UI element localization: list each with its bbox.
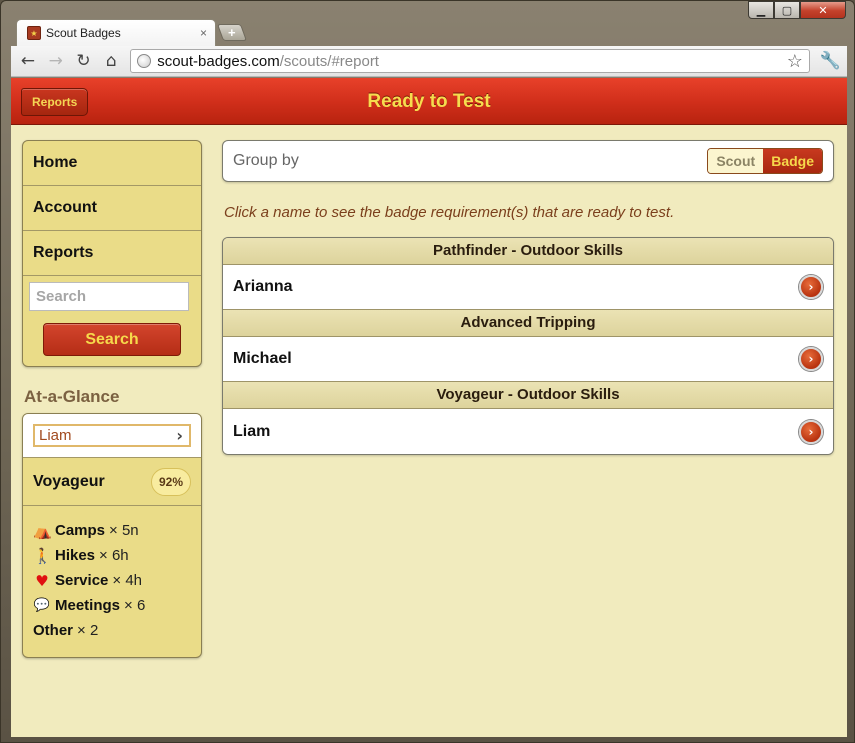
- glance-card: Liam › Voyageur 92% ⛺ Camps × 5n 🚶 Hikes…: [22, 413, 202, 658]
- window-controls: ▁ ▢ ✕: [748, 1, 846, 20]
- scout-select-value: Liam: [39, 427, 72, 444]
- heart-icon: ♥: [35, 571, 49, 590]
- stats-list: ⛺ Camps × 5n 🚶 Hikes × 6h ♥ Service × 4h…: [23, 506, 201, 657]
- scout-name: Michael: [233, 350, 292, 367]
- search-input[interactable]: [29, 282, 189, 311]
- maximize-button[interactable]: ▢: [774, 1, 800, 19]
- hiker-icon: 🚶: [33, 546, 52, 565]
- sidebar-item-reports[interactable]: Reports: [23, 231, 201, 276]
- list-item[interactable]: Michael ›: [223, 337, 833, 382]
- search-box: Search: [23, 276, 201, 366]
- back-arrow-icon[interactable]: ←: [17, 50, 39, 72]
- minimize-button[interactable]: ▁: [748, 1, 774, 19]
- tent-icon: ⛺: [33, 521, 52, 540]
- glance-heading: At-a-Glance: [24, 387, 120, 406]
- back-button-label: Reports: [32, 95, 78, 109]
- scout-select[interactable]: Liam ›: [33, 424, 191, 447]
- wrench-icon[interactable]: 🔧: [820, 51, 841, 71]
- browser-toolbar: ← → ↻ ⌂ scout-badges.com/scouts/#report …: [11, 46, 847, 77]
- bookmark-star-icon[interactable]: ☆: [787, 51, 803, 72]
- new-tab-button[interactable]: +: [216, 24, 248, 41]
- sidebar-item-home[interactable]: Home: [23, 141, 201, 186]
- list-item[interactable]: Arianna ›: [223, 265, 833, 310]
- browser-window: ▁ ▢ ✕ ★ Scout Badges × + ← → ↻ ⌂ scout-b…: [0, 0, 855, 743]
- stat-service: ♥ Service × 4h: [33, 568, 191, 593]
- favicon-icon: ★: [27, 26, 41, 40]
- main-content: Home Account Reports Search At-a-Glance …: [11, 125, 847, 737]
- sidebar-menu: Home Account Reports Search: [22, 140, 202, 367]
- results-list: Pathfinder - Outdoor Skills Arianna › Ad…: [222, 237, 834, 455]
- speech-bubble-icon: 💬: [33, 598, 51, 613]
- tab-close-icon[interactable]: ×: [200, 26, 207, 40]
- scout-select-wrap: Liam ›: [23, 414, 201, 458]
- instruction-text: Click a name to see the badge requiremen…: [224, 204, 675, 221]
- group-by-bar: Group by Scout Badge: [222, 140, 834, 182]
- chevron-right-icon[interactable]: ›: [799, 419, 823, 444]
- url-host: scout-badges.com: [157, 52, 280, 70]
- globe-icon: [137, 54, 152, 68]
- page-title: Ready to Test: [367, 91, 491, 112]
- stat-other: Other × 2: [33, 622, 99, 639]
- rank-row: Voyageur 92%: [23, 458, 201, 506]
- url-path: /scouts/#report: [279, 52, 379, 70]
- stat-hikes: 🚶 Hikes × 6h: [33, 546, 129, 565]
- address-bar[interactable]: scout-badges.com/scouts/#report ☆: [130, 49, 810, 73]
- list-item[interactable]: Liam ›: [223, 409, 833, 454]
- stat-meetings: 💬 Meetings × 6: [33, 597, 146, 614]
- chevron-right-icon[interactable]: ›: [799, 275, 823, 299]
- forward-arrow-icon[interactable]: →: [45, 50, 67, 72]
- rank-name: Voyageur: [33, 472, 105, 490]
- reports-back-button[interactable]: Reports: [21, 88, 89, 116]
- search-button[interactable]: Search: [43, 323, 181, 356]
- chevron-right-icon[interactable]: ›: [799, 347, 823, 371]
- reload-icon[interactable]: ↻: [73, 50, 95, 72]
- app-header: Ready to Test Reports: [11, 78, 847, 125]
- badge-group-header: Advanced Tripping: [223, 310, 833, 337]
- group-by-scout-button[interactable]: Scout: [708, 149, 764, 173]
- stat-camps: ⛺ Camps × 5n: [33, 521, 139, 540]
- badge-group-header: Pathfinder - Outdoor Skills: [223, 238, 833, 265]
- rank-percent-badge: 92%: [151, 467, 191, 496]
- close-window-button[interactable]: ✕: [800, 1, 846, 19]
- scout-name: Liam: [233, 422, 271, 440]
- group-by-label: Group by: [233, 152, 299, 169]
- browser-tab[interactable]: ★ Scout Badges ×: [16, 19, 216, 46]
- badge-group-header: Voyageur - Outdoor Skills: [223, 382, 833, 409]
- home-icon[interactable]: ⌂: [100, 50, 122, 72]
- tab-title: Scout Badges: [46, 26, 121, 40]
- sidebar-item-account[interactable]: Account: [23, 186, 201, 231]
- chevron-right-icon: ›: [176, 426, 183, 445]
- scout-name: Arianna: [233, 278, 293, 295]
- group-by-badge-button[interactable]: Badge: [763, 149, 822, 173]
- group-by-toggle: Scout Badge: [707, 148, 823, 174]
